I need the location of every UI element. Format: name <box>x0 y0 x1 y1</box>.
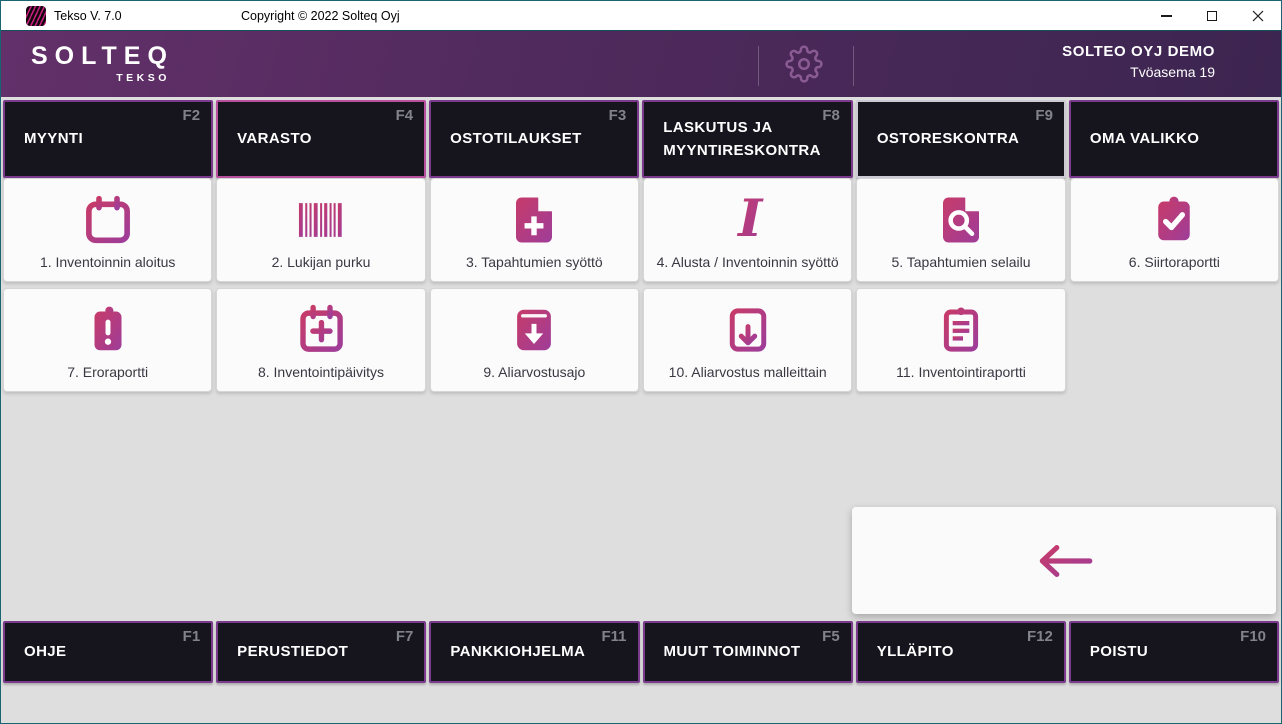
menu-tile-label: 11. Inventointiraportti <box>894 364 1028 391</box>
menu-tile-label: 8. Inventointipäivitys <box>256 364 386 391</box>
menu-tile-11[interactable]: 11. Inventointiraportti <box>856 288 1065 392</box>
function-button-label: POISTU <box>1090 640 1148 663</box>
header-divider <box>758 46 759 86</box>
function-button-oma-valikko[interactable]: OMA VALIKKO <box>1069 100 1279 178</box>
archive-down-icon <box>507 289 561 364</box>
menu-tile-1[interactable]: 1. Inventoinnin aloitus <box>3 178 212 282</box>
bottom-function-row: OHJE F1 PERUSTIEDOT F7 PANKKIOHJELMA F11 MUUT … <box>3 621 1279 683</box>
function-button-label: PANKKIOHJELMA <box>450 640 585 663</box>
archive-down-outline-icon <box>721 289 775 364</box>
menu-tile-4[interactable]: I 4. Alusta / Inventoinnin syöttö <box>643 178 852 282</box>
menu-tile-grid: 1. Inventoinnin aloitus 2. Lukijan purku 3… <box>3 178 1279 392</box>
menu-tile-label: 10. Aliarvostus malleittain <box>667 364 829 391</box>
company-name: SOLTEO OYJ DEMO <box>1062 43 1215 60</box>
function-button-label: OHJE <box>24 640 66 663</box>
function-button-ohje[interactable]: OHJE F1 <box>3 621 213 683</box>
menu-tile-2[interactable]: 2. Lukijan purku <box>216 178 425 282</box>
workstation-label: Tvöasema 19 <box>1062 64 1215 80</box>
fkey-label: F1 <box>183 628 201 645</box>
gear-icon[interactable] <box>784 44 824 84</box>
menu-tile-label: 9. Aliarvostusajo <box>481 364 587 391</box>
fkey-label: F12 <box>1027 628 1053 645</box>
menu-tile-label: 4. Alusta / Inventoinnin syöttö <box>655 254 841 281</box>
clipboard-alert-icon <box>81 289 135 364</box>
fkey-label: F3 <box>609 107 627 124</box>
solteq-logo: SOLTEQ TEKSO <box>31 42 174 84</box>
function-button-label: VARASTO <box>237 127 312 150</box>
function-button-label: YLLÄPITO <box>877 640 954 663</box>
menu-tile-3[interactable]: 3. Tapahtumien syöttö <box>430 178 639 282</box>
function-button-poistu[interactable]: POISTU F10 <box>1069 621 1279 683</box>
menu-tile-10[interactable]: 10. Aliarvostus malleittain <box>643 288 852 392</box>
clipboard-check-icon <box>1147 179 1201 254</box>
file-plus-icon <box>507 179 561 254</box>
function-button-label: OMA VALIKKO <box>1090 127 1199 150</box>
logo-primary-text: SOLTEQ <box>31 42 174 71</box>
menu-tile-label: 1. Inventoinnin aloitus <box>38 254 177 281</box>
menu-tile-5[interactable]: 5. Tapahtumien selailu <box>856 178 1065 282</box>
menu-tile-9[interactable]: 9. Aliarvostusajo <box>430 288 639 392</box>
function-button-perustiedot[interactable]: PERUSTIEDOT F7 <box>216 621 426 683</box>
function-button-ostoreskontra[interactable]: OSTORESKONTRA F9 <box>856 100 1066 178</box>
calendar-icon <box>81 179 135 254</box>
function-button-label: MYYNTI <box>24 127 83 150</box>
function-button-laskutus-ja-myyntireskontra[interactable]: LASKUTUS JA MYYNTIRESKONTRAF8 <box>642 100 853 178</box>
fkey-label: F5 <box>822 628 840 645</box>
function-button-ostotilaukset[interactable]: OSTOTILAUKSET F3 <box>429 100 639 178</box>
menu-tile-7[interactable]: 7. Eroraportti <box>3 288 212 392</box>
minimize-icon[interactable] <box>1143 1 1189 31</box>
menu-tile-8[interactable]: 8. Inventointipäivitys <box>216 288 425 392</box>
function-button-label: LASKUTUS JA MYYNTIRESKONTRA <box>663 116 821 163</box>
fkey-label: F9 <box>1035 107 1053 124</box>
svg-text:I: I <box>736 193 764 247</box>
function-button-yll-pito[interactable]: YLLÄPITO F12 <box>856 621 1066 683</box>
title-bar: Tekso V. 7.0 Copyright © 2022 Solteq Oyj <box>1 1 1281 31</box>
function-button-varasto[interactable]: VARASTO F4 <box>216 100 426 178</box>
header-divider <box>853 46 854 86</box>
copyright-text: Copyright © 2022 Solteq Oyj <box>241 1 400 31</box>
close-icon[interactable] <box>1235 1 1281 31</box>
app-header: SOLTEQ TEKSO SOLTEO OYJ DEMO Tvöasema 19 <box>1 31 1281 97</box>
barcode-icon <box>293 179 349 254</box>
app-window: Tekso V. 7.0 Copyright © 2022 Solteq Oyj… <box>0 0 1282 724</box>
fkey-label: F10 <box>1240 628 1266 645</box>
maximize-icon[interactable] <box>1189 1 1235 31</box>
fkey-label: F8 <box>822 107 840 124</box>
menu-tile-label: 2. Lukijan purku <box>270 254 373 281</box>
top-function-row: MYYNTI F2 VARASTO F4 OSTOTILAUKSET F3 LASKUTUS… <box>3 100 1279 178</box>
arrow-left-icon <box>1031 542 1097 580</box>
function-button-label: OSTORESKONTRA <box>877 127 1019 150</box>
fkey-label: F7 <box>396 628 414 645</box>
menu-tile-label: 3. Tapahtumien syöttö <box>464 254 605 281</box>
function-button-label: OSTOTILAUKSET <box>450 127 582 150</box>
italic-i-icon: I <box>721 179 775 254</box>
function-button-label: PERUSTIEDOT <box>237 640 348 663</box>
menu-tile-label: 5. Tapahtumien selailu <box>889 254 1032 281</box>
function-button-muut-toiminnot[interactable]: MUUT TOIMINNOT F5 <box>643 621 853 683</box>
main-area: MYYNTI F2 VARASTO F4 OSTOTILAUKSET F3 LASKUTUS… <box>1 97 1281 723</box>
fkey-label: F11 <box>601 628 626 645</box>
menu-tile-label: 6. Siirtoraportti <box>1127 254 1222 281</box>
file-search-icon <box>934 179 988 254</box>
function-button-label: MUUT TOIMINNOT <box>664 640 801 663</box>
fkey-label: F4 <box>396 107 414 124</box>
back-button[interactable] <box>852 507 1276 614</box>
calendar-plus-icon <box>294 289 348 364</box>
app-logo-icon <box>26 6 46 26</box>
function-button-pankkiohjelma[interactable]: PANKKIOHJELMA F11 <box>429 621 639 683</box>
menu-tile-6[interactable]: 6. Siirtoraportti <box>1070 178 1279 282</box>
clipboard-list-icon <box>934 289 988 364</box>
fkey-label: F2 <box>183 107 201 124</box>
window-title: Tekso V. 7.0 <box>54 9 122 23</box>
menu-tile-label: 7. Eroraportti <box>65 364 150 391</box>
function-button-myynti[interactable]: MYYNTI F2 <box>3 100 213 178</box>
session-info: SOLTEO OYJ DEMO Tvöasema 19 <box>1062 43 1215 80</box>
window-controls <box>1143 1 1281 31</box>
logo-secondary-text: TEKSO <box>31 72 174 84</box>
